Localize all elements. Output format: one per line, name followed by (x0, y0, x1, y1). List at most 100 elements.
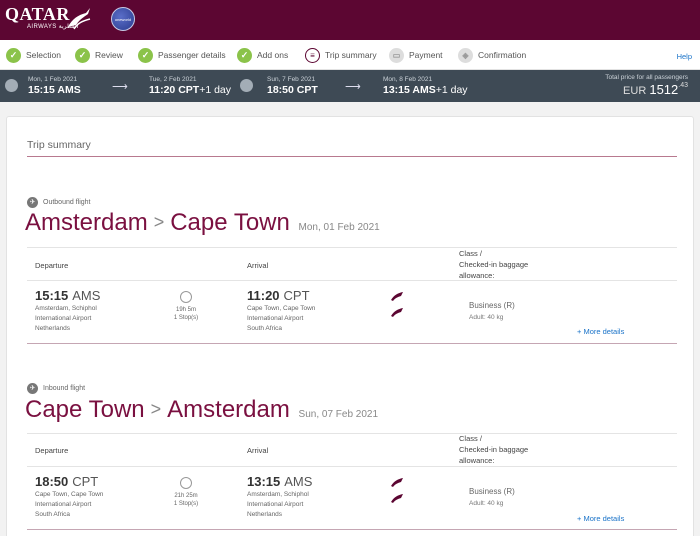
plane-icon: ✈ (27, 197, 38, 208)
wallet-icon: ▭ (389, 47, 404, 63)
divider (27, 156, 677, 157)
total-price-label: Total price for all passengers (605, 74, 688, 81)
more-details-link[interactable]: + More details (577, 327, 624, 336)
arrival-location: Amsterdam, Schiphol International Airpor… (247, 490, 309, 520)
route-arrow-icon: > (153, 212, 165, 232)
location-line: South Africa (247, 325, 283, 332)
route-destination: Amsterdam (167, 396, 290, 423)
flight-duration: 19h 5m 1 Stop(s) (166, 291, 206, 322)
arrow-right-icon: ⟶ (112, 81, 128, 93)
column-class: Class / Checked-in baggage allowance: (459, 433, 528, 466)
route-origin: Amsterdam (25, 209, 148, 236)
step-review[interactable]: ✓ Review (75, 45, 123, 65)
time-value: 18:50 (35, 474, 69, 489)
oryx-icon (68, 8, 91, 30)
currency: EUR (623, 85, 647, 97)
page-title: Trip summary (27, 139, 91, 151)
step-selection[interactable]: ✓ Selection (6, 45, 61, 65)
column-class: Class / Checked-in baggage allowance: (459, 248, 528, 281)
airport-code: CPT (283, 288, 310, 303)
segment-time-value: 15:15 AMS (28, 84, 81, 96)
step-label: Payment (409, 50, 443, 60)
segment-time: 13:15 AMS+1 day (383, 84, 468, 97)
time-value: 13:15 (247, 474, 281, 489)
step-label: Selection (26, 50, 61, 60)
qatar-airways-tail-icon (391, 478, 403, 487)
inbound-flight-label: ✈ Inbound flight (27, 383, 85, 394)
airport-code: AMS (284, 474, 313, 489)
plane-icon (240, 79, 253, 92)
flight-segment-3: Sun, 7 Feb 2021 18:50 CPT (267, 76, 318, 97)
stops-count: 1 Stop(s) (173, 315, 199, 321)
column-class-line: Checked-in baggage (459, 445, 529, 454)
check-icon: ✓ (75, 47, 90, 63)
route-date: Mon, 01 Feb 2021 (298, 222, 380, 233)
check-icon: ✓ (237, 47, 252, 63)
document-icon: ≡ (305, 47, 320, 63)
arrival-time: 11:20 CPT (247, 288, 310, 303)
divider (27, 529, 677, 530)
step-label: Passenger details (158, 50, 226, 60)
baggage-allowance: Adult: 40 kg (469, 500, 504, 507)
route-destination: Cape Town (170, 209, 290, 236)
help-link[interactable]: Help (677, 52, 692, 61)
divider (27, 466, 677, 467)
flight-segment-1: Mon, 1 Feb 2021 15:15 AMS (28, 76, 81, 97)
step-label: Add ons (257, 50, 289, 60)
cabin-class: Business (R) (469, 487, 515, 496)
location-line: Netherlands (247, 511, 283, 518)
flight-segment-2: Tue, 2 Feb 2021 11:20 CPT+1 day (149, 76, 231, 97)
step-add-ons[interactable]: ✓ Add ons (237, 45, 288, 65)
time-value: 11:20 (247, 288, 280, 303)
price-amount: 1512 (649, 82, 679, 97)
divider (27, 343, 677, 344)
step-label: Confirmation (478, 50, 527, 60)
column-class-line: allowance: (459, 456, 495, 465)
location-line: South Africa (35, 511, 71, 518)
step-label: Trip summary (325, 50, 377, 60)
clock-icon (180, 477, 192, 489)
total-price: Total price for all passengers EUR 1512.… (605, 74, 688, 97)
qatar-airways-tail-icon (391, 308, 403, 317)
arrow-right-icon: ⟶ (345, 81, 361, 93)
location-line: Cape Town, Cape Town (35, 491, 104, 498)
location-line: Amsterdam, Schiphol (35, 305, 97, 312)
oneworld-logo: oneworld (111, 7, 135, 31)
divider (27, 433, 677, 434)
outbound-flight-label: ✈ Outbound flight (27, 197, 90, 208)
flight-summary-bar: Mon, 1 Feb 2021 15:15 AMS ⟶ Tue, 2 Feb 2… (0, 70, 700, 102)
plane-icon: ✈ (27, 383, 38, 394)
divider (27, 280, 677, 281)
location-line: International Airport (35, 501, 92, 508)
stops-count: 1 Stop(s) (173, 501, 199, 507)
column-arrival: Arrival (247, 261, 269, 270)
cabin-class: Business (R) (469, 301, 515, 310)
segment-date: Mon, 1 Feb 2021 (28, 76, 78, 83)
departure-time: 18:50 CPT (35, 474, 98, 489)
more-details-link[interactable]: + More details (577, 514, 624, 523)
step-label: Review (95, 50, 123, 60)
segment-time-value: 11:20 CPT (149, 84, 200, 96)
flight-duration: 21h 25m 1 Stop(s) (166, 477, 206, 508)
route-date: Sun, 07 Feb 2021 (298, 409, 379, 420)
location-line: International Airport (35, 315, 92, 322)
segment-label-text: Inbound flight (43, 385, 86, 392)
column-class-line: Class / (459, 434, 482, 443)
column-departure: Departure (35, 261, 69, 270)
airport-code: AMS (72, 288, 101, 303)
segment-time-value: 18:50 CPT (267, 84, 318, 96)
check-icon: ✓ (138, 47, 153, 63)
site-header: QATAR AIRWAYS القطرية oneworld (0, 0, 700, 40)
location-line: International Airport (247, 501, 304, 508)
step-trip-summary[interactable]: ≡ Trip summary (305, 45, 377, 65)
step-passenger-details[interactable]: ✓ Passenger details (138, 45, 226, 65)
segment-date: Tue, 2 Feb 2021 (149, 76, 197, 83)
plane-icon (5, 79, 18, 92)
location-line: Cape Town, Cape Town (247, 305, 316, 312)
outbound-route: Amsterdam > Cape Town Mon, 01 Feb 2021 (25, 209, 380, 237)
location-line: International Airport (247, 315, 304, 322)
column-class-line: Class / (459, 249, 482, 258)
column-departure: Departure (35, 446, 69, 455)
step-payment: ▭ Payment (389, 45, 443, 65)
location-line: Amsterdam, Schiphol (247, 491, 309, 498)
